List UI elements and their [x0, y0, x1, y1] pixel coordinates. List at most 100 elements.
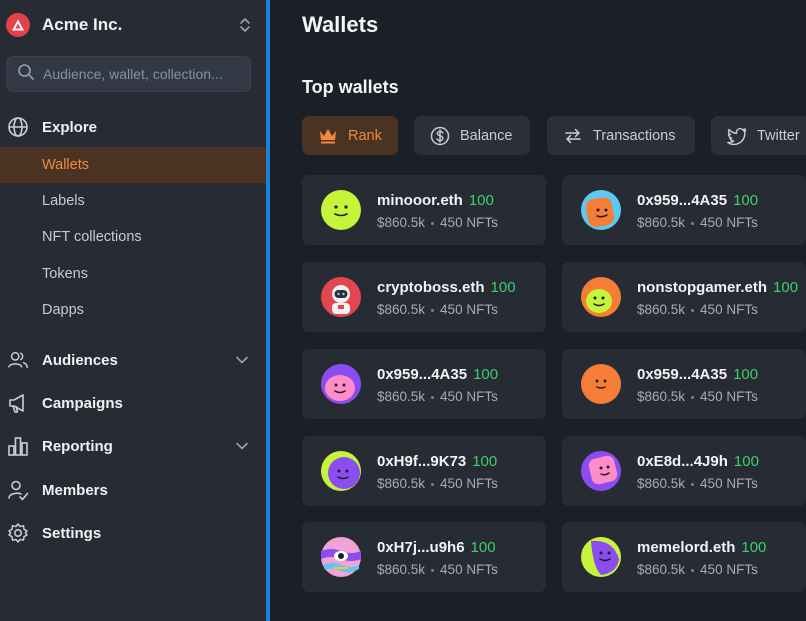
- separator-dot: [431, 482, 435, 486]
- nav-item-dapps[interactable]: Dapps: [0, 292, 266, 328]
- wallet-card[interactable]: cryptoboss.eth 100 $860.5k 450 NFTs: [302, 262, 546, 332]
- wallet-nfts: 450 NFTs: [700, 476, 758, 491]
- avatar: [581, 277, 621, 317]
- gear-icon: [7, 522, 29, 544]
- wallet-nfts: 450 NFTs: [700, 215, 758, 230]
- separator-dot: [691, 221, 695, 225]
- wallet-balance: $860.5k: [637, 389, 686, 404]
- nav-audiences[interactable]: Audiences: [0, 345, 266, 375]
- wallet-score: 100: [472, 453, 498, 470]
- tab-twitter-label: Twitter: [757, 127, 800, 144]
- acme-logo-icon: [6, 13, 30, 37]
- tab-balance[interactable]: Balance: [414, 116, 530, 155]
- tab-twitter[interactable]: Twitter: [711, 116, 806, 155]
- separator-dot: [431, 395, 435, 399]
- search-icon: [17, 63, 35, 86]
- wallet-balance: $860.5k: [637, 562, 686, 577]
- user-check-icon: [7, 479, 29, 501]
- wallet-card[interactable]: 0x959...4A35 100 $860.5k 450 NFTs: [302, 349, 546, 419]
- avatar: [321, 277, 361, 317]
- tab-transactions-label: Transactions: [593, 127, 676, 144]
- bar-chart-icon: [7, 435, 29, 457]
- wallet-score: 100: [473, 366, 499, 383]
- wallet-nfts: 450 NFTs: [700, 562, 758, 577]
- nav-members[interactable]: Members: [0, 475, 266, 505]
- avatar: [321, 451, 361, 491]
- page-title: Wallets: [302, 12, 379, 37]
- wallet-nfts: 450 NFTs: [440, 562, 498, 577]
- chevron-down-icon[interactable]: [235, 439, 249, 453]
- nav-item-nft-collections[interactable]: NFT collections: [0, 219, 266, 255]
- wallet-score: 100: [733, 453, 759, 470]
- wallet-card[interactable]: minooor.eth 100 $860.5k 450 NFTs: [302, 175, 546, 245]
- wallet-score: 100: [741, 539, 767, 556]
- sidebar: Acme Inc. Explore Wallets Labels NFT col…: [0, 0, 266, 621]
- wallet-name: minooor.eth: [377, 192, 463, 209]
- wallet-card[interactable]: 0xH9f...9K73 100 $860.5k 450 NFTs: [302, 436, 546, 506]
- wallet-card[interactable]: 0xH7j...u9h6 100 $860.5k 450 NFTs: [302, 522, 546, 592]
- chevron-up-down-icon[interactable]: [238, 16, 252, 34]
- wallet-balance: $860.5k: [377, 215, 426, 230]
- wallet-score: 100: [470, 539, 496, 556]
- wallet-score: 100: [733, 192, 759, 209]
- wallet-name: 0xE8d...4J9h: [637, 453, 728, 470]
- search-box[interactable]: [6, 56, 251, 92]
- wallet-balance: $860.5k: [377, 562, 426, 577]
- nav-explore[interactable]: Explore: [0, 112, 266, 142]
- wallet-name: 0x959...4A35: [637, 192, 728, 209]
- sidebar-divider[interactable]: [266, 0, 270, 621]
- avatar: [321, 190, 361, 230]
- wallet-score: 100: [468, 192, 494, 209]
- nav-reporting[interactable]: Reporting: [0, 431, 266, 461]
- nav-item-tokens[interactable]: Tokens: [0, 256, 266, 292]
- avatar: [321, 537, 361, 577]
- separator-dot: [691, 395, 695, 399]
- arrows-swap-icon: [563, 126, 583, 146]
- section-title: Top wallets: [302, 77, 399, 97]
- wallet-name: 0xH7j...u9h6: [377, 539, 465, 556]
- nav-item-wallets[interactable]: Wallets: [0, 147, 266, 183]
- wallet-card[interactable]: nonstopgamer.eth 100 $860.5k 450 NFTs: [562, 262, 806, 332]
- separator-dot: [431, 308, 435, 312]
- nav-reporting-label: Reporting: [42, 437, 113, 455]
- wallet-nfts: 450 NFTs: [440, 302, 498, 317]
- search-input[interactable]: [43, 66, 243, 82]
- avatar: [581, 537, 621, 577]
- wallet-balance: $860.5k: [377, 389, 426, 404]
- org-switcher[interactable]: Acme Inc.: [6, 10, 258, 40]
- wallet-score: 100: [733, 366, 759, 383]
- nav-item-labels[interactable]: Labels: [0, 183, 266, 219]
- separator-dot: [691, 482, 695, 486]
- wallet-name: 0x959...4A35: [637, 366, 728, 383]
- separator-dot: [691, 308, 695, 312]
- avatar: [581, 451, 621, 491]
- wallet-balance: $860.5k: [637, 476, 686, 491]
- separator-dot: [431, 568, 435, 572]
- wallet-balance: $860.5k: [637, 302, 686, 317]
- users-icon: [7, 349, 29, 371]
- tab-transactions[interactable]: Transactions: [547, 116, 695, 155]
- wallet-card[interactable]: memelord.eth 100 $860.5k 450 NFTs: [562, 522, 806, 592]
- nav-explore-label: Explore: [42, 118, 98, 136]
- megaphone-icon: [7, 392, 29, 414]
- globe-icon: [7, 116, 29, 138]
- wallet-card[interactable]: 0x959...4A35 100 $860.5k 450 NFTs: [562, 175, 806, 245]
- wallet-card[interactable]: 0xE8d...4J9h 100 $860.5k 450 NFTs: [562, 436, 806, 506]
- wallet-score: 100: [490, 279, 516, 296]
- wallet-nfts: 450 NFTs: [440, 389, 498, 404]
- crown-icon: [318, 126, 338, 146]
- nav-audiences-label: Audiences: [42, 351, 118, 369]
- chevron-down-icon[interactable]: [235, 353, 249, 367]
- wallet-nfts: 450 NFTs: [440, 476, 498, 491]
- wallet-balance: $860.5k: [637, 215, 686, 230]
- nav-settings[interactable]: Settings: [0, 518, 266, 548]
- tab-rank[interactable]: Rank: [302, 116, 398, 155]
- nav-campaigns[interactable]: Campaigns: [0, 388, 266, 418]
- wallet-score: 100: [773, 279, 799, 296]
- wallet-balance: $860.5k: [377, 476, 426, 491]
- wallet-card[interactable]: 0x959...4A35 100 $860.5k 450 NFTs: [562, 349, 806, 419]
- avatar: [581, 190, 621, 230]
- tab-rank-label: Rank: [348, 127, 382, 144]
- wallet-name: memelord.eth: [637, 539, 736, 556]
- wallet-name: 0xH9f...9K73: [377, 453, 467, 470]
